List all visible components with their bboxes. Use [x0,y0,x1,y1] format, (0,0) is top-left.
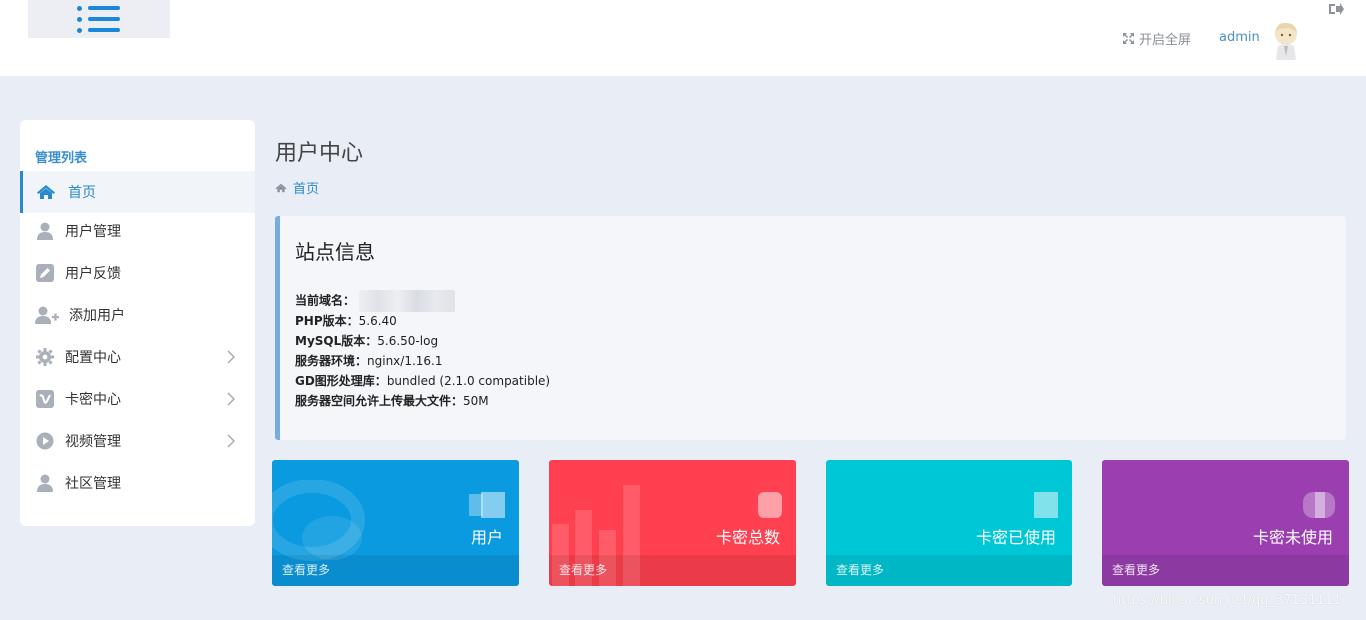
menu-toggle-button[interactable] [28,0,170,38]
blurred-domain [359,290,456,312]
sidebar-item-user-feedback[interactable]: 用户反馈 [20,252,255,294]
sidebar-item-video-management[interactable]: 视频管理 [20,420,255,462]
card-more-link[interactable]: 查看更多 [826,555,1072,586]
avatar[interactable] [1268,20,1304,60]
sidebar-item-label: 配置中心 [65,350,121,366]
unused-card-icon [1303,492,1335,518]
card-label: 卡密未使用 [1252,528,1333,547]
stat-card-used-keys[interactable]: 卡密已使用 查看更多 [826,460,1072,586]
edit-icon [35,263,55,283]
chevron-right-icon [227,350,235,364]
home-icon [36,182,56,202]
fullscreen-label: 开启全屏 [1139,32,1192,48]
card-label: 卡密已使用 [975,528,1056,547]
site-info-panel: 站点信息 当前域名： PHP版本：5.6.40 MySQL版本：5.6.50-l… [275,216,1346,440]
home-icon [275,183,287,192]
info-row-server: 服务器环境：nginx/1.16.1 [295,354,443,368]
sidebar-item-label: 首页 [68,185,96,201]
top-header: 开启全屏 admin [0,0,1366,76]
expand-icon [1123,32,1134,44]
info-row-php: PHP版本：5.6.40 [295,314,397,328]
user-icon [35,473,55,493]
user-icon [35,221,55,241]
sidebar-item-label: 用户管理 [65,224,121,240]
info-row-domain: 当前域名： [295,290,456,312]
sidebar-item-label: 社区管理 [65,476,121,492]
breadcrumb: 首页 [275,178,319,197]
info-row-upload: 服务器空间允许上传最大文件：50M [295,394,489,408]
info-row-gd: GD图形处理库：bundled (2.1.0 compatible) [295,374,551,388]
vimeo-icon [35,389,55,409]
fullscreen-button[interactable]: 开启全屏 [1122,29,1192,48]
info-row-mysql: MySQL版本：5.6.50-log [295,334,439,348]
stat-card-total-keys[interactable]: 卡密总数 查看更多 [549,460,796,586]
watermark-url: https://blog.csdn.net/qq_37131111 [1113,593,1342,608]
sidebar-item-card-center[interactable]: 卡密中心 [20,378,255,420]
card-label: 用户 [470,528,503,547]
sidebar-item-label: 添加用户 [69,308,125,324]
sidebar-item-label: 视频管理 [65,434,121,450]
add-user-icon [35,305,59,325]
stat-card-users[interactable]: 用户 查看更多 [272,460,519,586]
sidebar-item-label: 用户反馈 [65,266,121,282]
user-card-icon [469,492,505,518]
sidebar-item-add-user[interactable]: 添加用户 [20,294,255,336]
chevron-right-icon [227,434,235,448]
site-info-title: 站点信息 [295,240,375,264]
database-icon [758,492,782,518]
chevron-right-icon [227,392,235,406]
list-menu-icon [77,5,121,33]
breadcrumb-home-link[interactable]: 首页 [293,178,319,197]
sidebar-item-home[interactable]: 首页 [20,171,255,213]
play-icon [35,431,55,451]
sidebar-item-label: 卡密中心 [65,392,121,408]
stat-card-unused-keys[interactable]: 卡密未使用 查看更多 [1102,460,1349,586]
card-more-link[interactable]: 查看更多 [1102,555,1349,586]
card-more-link[interactable]: 查看更多 [549,555,796,586]
sidebar-item-config-center[interactable]: 配置中心 [20,336,255,378]
card-label: 卡密总数 [715,528,780,547]
page-title: 用户中心 [275,141,364,166]
sidebar-title: 管理列表 [35,151,88,166]
user-name-link[interactable]: admin [1219,30,1260,45]
sidebar-item-user-management[interactable]: 用户管理 [20,210,255,252]
sidebar: 管理列表 首页 用户管理 用户反馈 添加用户 配置中心 卡密中心 视频管理 社区… [20,120,255,526]
gear-icon [35,347,55,367]
card-more-link[interactable]: 查看更多 [272,555,519,586]
used-card-icon [1034,492,1058,518]
logout-icon[interactable] [1328,2,1344,16]
sidebar-item-community-management[interactable]: 社区管理 [20,462,255,504]
